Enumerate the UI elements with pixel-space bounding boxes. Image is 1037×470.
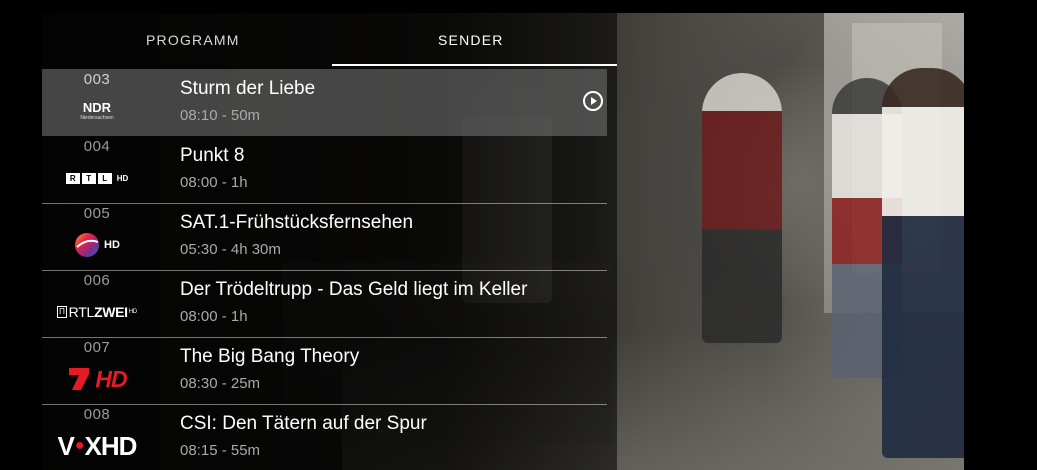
program-title: Der Trödeltrupp - Das Geld liegt im Kell… <box>180 279 528 300</box>
channel-row-004[interactable]: 004 R T L HD Punkt 8 08:00 - 1h <box>42 136 607 204</box>
program-title: SAT.1-Frühstücksfernsehen <box>180 212 414 233</box>
program-time: 08:10 - 50m <box>180 107 261 124</box>
channel-row-007[interactable]: 007 HD The Big Bang Theory 08:30 - 25m <box>42 337 607 405</box>
sat1-logo: HD <box>47 227 147 263</box>
channel-row-005[interactable]: 005 HD SAT.1-Frühstücksfernsehen 05:30 -… <box>42 203 607 271</box>
program-title: CSI: Den Tätern auf der Spur <box>180 413 427 434</box>
rtlzwei-logo-suffix: HD <box>128 309 137 315</box>
channel-row-008[interactable]: 008 V ● X HD CSI: Den Tätern auf der Spur 0… <box>42 404 607 470</box>
channel-number: 003 <box>83 71 111 88</box>
program-title: The Big Bang Theory <box>180 346 360 367</box>
seven-icon <box>69 368 90 390</box>
tab-programm[interactable]: PROGRAMM <box>146 32 240 48</box>
guide-tabs: PROGRAMM SENDER <box>42 13 617 66</box>
program-title: Punkt 8 <box>180 145 245 166</box>
channel-number: 006 <box>83 272 111 289</box>
rtl-logo-suffix: HD <box>116 173 129 183</box>
channel-number: 007 <box>83 339 111 356</box>
program-time: 08:30 - 25m <box>180 375 261 392</box>
video-background: PROGRAMM SENDER 003 NDR Niedersachsen Stu… <box>42 13 964 470</box>
seven-logo-suffix: HD <box>95 365 127 392</box>
rtlzwei-logo: Π RTL ZWEI HD <box>57 304 137 320</box>
play-circle-icon[interactable] <box>582 90 604 112</box>
program-time: 08:15 - 55m <box>180 442 261 459</box>
sat1-ball-icon <box>75 233 100 257</box>
active-tab-indicator <box>332 64 617 66</box>
ndr-logo-sub: Niedersachsen <box>80 115 114 121</box>
program-title: Sturm der Liebe <box>180 78 316 99</box>
vox-logo: V ● X HD <box>57 430 138 461</box>
channel-guide-panel: PROGRAMM SENDER 003 NDR Niedersachsen Stu… <box>42 13 617 470</box>
channel-number: 004 <box>83 138 111 155</box>
ndr-logo: NDR Niedersachsen <box>47 93 147 129</box>
prosieben-logo: HD <box>47 361 147 397</box>
program-time: 08:00 - 1h <box>180 174 248 191</box>
tab-sender[interactable]: SENDER <box>438 32 504 48</box>
sat1-logo-suffix: HD <box>104 239 120 251</box>
program-time: 08:00 - 1h <box>180 308 248 325</box>
channel-number: 008 <box>83 406 111 423</box>
channel-row-006[interactable]: 006 Π RTL ZWEI HD Der Trödeltrupp - Das Gel… <box>42 270 607 338</box>
ndr-logo-text: NDR <box>82 100 112 115</box>
program-time: 05:30 - 4h 30m <box>180 241 281 258</box>
channel-row-003[interactable]: 003 NDR Niedersachsen Sturm der Liebe 08:… <box>42 69 607 136</box>
vox-logo-suffix: HD <box>100 430 138 461</box>
channel-number: 005 <box>83 205 111 222</box>
rtl-logo: R T L HD <box>47 160 147 196</box>
